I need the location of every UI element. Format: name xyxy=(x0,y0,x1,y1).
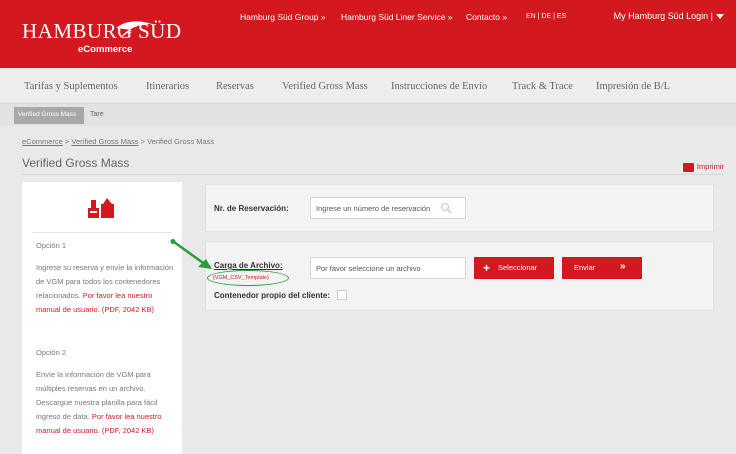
nav-item-instrucciones[interactable]: Instrucciones de Envío xyxy=(391,81,487,92)
breadcrumb-section[interactable]: Verified Gross Mass xyxy=(71,137,138,146)
language-selector[interactable]: EN | DE | ES xyxy=(526,13,566,20)
option-2-description: Envíe la información de VGM para múltipl… xyxy=(36,368,176,438)
scale-weight-icon xyxy=(88,198,114,218)
option-1-description: Ingrese su reserva y envíe la informació… xyxy=(36,261,176,317)
nav-item-impresion-bl[interactable]: Impresión de B/L xyxy=(596,81,670,92)
own-container-label: Contenedor propio del cliente: xyxy=(214,291,331,300)
search-icon[interactable] xyxy=(440,202,452,214)
link-liner-service[interactable]: Hamburg Süd Liner Service » xyxy=(341,12,453,22)
file-input-placeholder: Por favor seleccione un archivo xyxy=(316,264,421,273)
logo-swoosh-icon xyxy=(116,21,152,38)
print-button[interactable]: Imprimir xyxy=(682,162,724,172)
option-1-title: Opción 1 xyxy=(36,241,67,250)
option-2-title: Opción 2 xyxy=(36,348,67,357)
file-upload-label: Carga de Archivo: xyxy=(214,261,283,270)
tab-verified-gross-mass[interactable]: Verified Gross Mass xyxy=(14,107,84,124)
printer-icon xyxy=(682,162,694,172)
select-file-button[interactable]: + Seleccionar xyxy=(474,257,554,279)
nav-item-track-trace[interactable]: Track & Trace xyxy=(512,81,573,92)
booking-form-box: Nr. de Reservación: Ingrese un número de… xyxy=(205,184,714,232)
login-menu[interactable]: My Hamburg Süd Login | xyxy=(614,11,724,21)
nav-item-itinerarios[interactable]: Itinerarios xyxy=(146,81,189,92)
nav-item-reservas[interactable]: Reservas xyxy=(216,81,254,92)
send-button[interactable]: Enviar » xyxy=(562,257,642,279)
breadcrumb: eCommerce > Verified Gross Mass > Verifi… xyxy=(22,137,214,146)
page-title: Verified Gross Mass xyxy=(22,156,130,170)
booking-number-placeholder: Ingrese un número de reservación xyxy=(316,204,431,213)
booking-number-label: Nr. de Reservación: xyxy=(214,204,289,213)
select-file-label: Seleccionar xyxy=(498,263,538,272)
title-divider xyxy=(22,174,724,175)
nav-item-tarifas[interactable]: Tarifas y Suplementos xyxy=(24,81,118,92)
own-container-checkbox[interactable] xyxy=(337,290,347,300)
caret-down-icon xyxy=(716,14,724,20)
link-hamburg-sud-group[interactable]: Hamburg Süd Group » xyxy=(240,12,326,22)
breadcrumb-home[interactable]: eCommerce xyxy=(22,137,63,146)
logo-subtitle: eCommerce xyxy=(78,44,133,55)
tab-tare[interactable]: Tare xyxy=(90,111,104,118)
hamburg-sud-logo[interactable]: HAMBURG SÜD eCommerce xyxy=(22,13,192,59)
print-label: Imprimir xyxy=(696,162,724,171)
nav-item-vgm[interactable]: Verified Gross Mass xyxy=(282,81,368,92)
panel-divider xyxy=(32,232,172,233)
sub-nav: Verified Gross Mass Tare xyxy=(0,104,736,126)
file-input[interactable]: Por favor seleccione un archivo xyxy=(310,257,466,279)
login-label: My Hamburg Süd Login | xyxy=(613,11,713,21)
breadcrumb-separator: > xyxy=(138,137,148,146)
link-contacto[interactable]: Contacto » xyxy=(466,12,507,22)
annotation-arrow-icon xyxy=(170,239,212,269)
plus-icon: + xyxy=(483,261,491,275)
main-nav: Tarifas y Suplementos Itinerarios Reserv… xyxy=(0,68,736,104)
send-label: Enviar xyxy=(574,263,596,272)
info-panel: Opción 1 Ingrese su reserva y envíe la i… xyxy=(22,182,182,454)
annotation-highlight-ellipse xyxy=(207,270,289,286)
double-chevron-right-icon: » xyxy=(620,261,626,272)
top-header: HAMBURG SÜD eCommerce Hamburg Süd Group … xyxy=(0,0,736,68)
breadcrumb-current: Verified Gross Mass xyxy=(147,137,215,146)
